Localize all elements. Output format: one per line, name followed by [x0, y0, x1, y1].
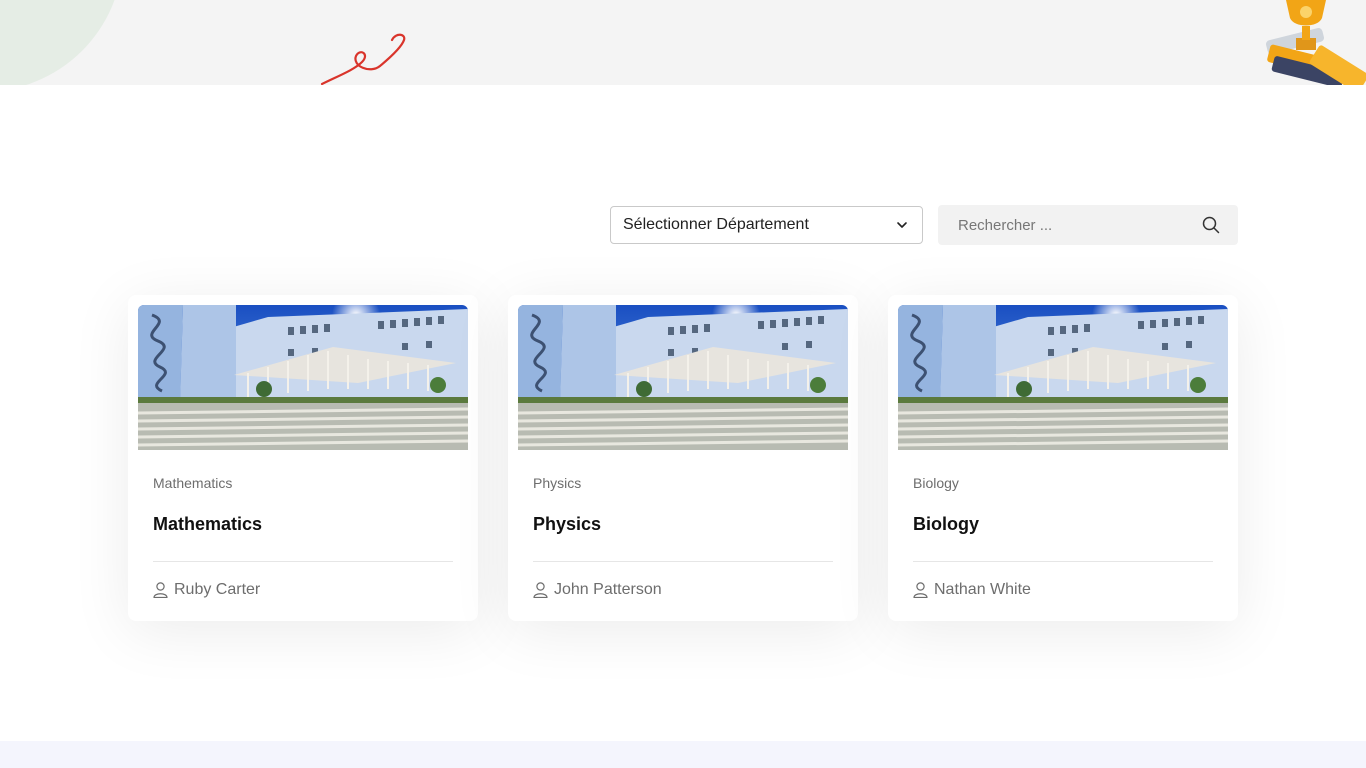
- department-select[interactable]: Sélectionner Département: [610, 206, 923, 244]
- card-divider: [153, 561, 453, 562]
- course-title[interactable]: Physics: [533, 514, 601, 535]
- search-input[interactable]: [938, 205, 1188, 245]
- course-card[interactable]: Biology Biology Nathan White: [888, 295, 1238, 621]
- trophy-illustration: [1266, 0, 1366, 85]
- top-banner: [0, 0, 1366, 85]
- course-title[interactable]: Mathematics: [153, 514, 262, 535]
- course-card[interactable]: Physics Physics John Patterson: [508, 295, 858, 621]
- instructor-name: Nathan White: [934, 581, 1031, 598]
- course-category[interactable]: Mathematics: [153, 475, 232, 491]
- card-divider: [533, 561, 833, 562]
- squiggle-decoration: [320, 33, 406, 85]
- campus-photo: [518, 305, 848, 450]
- course-title[interactable]: Biology: [913, 514, 979, 535]
- course-category[interactable]: Physics: [533, 475, 581, 491]
- chevron-down-icon: [897, 222, 907, 228]
- course-instructor: Ruby Carter: [153, 581, 260, 599]
- course-card[interactable]: Mathematics Mathematics Ruby Carter: [128, 295, 478, 621]
- user-icon: [533, 582, 548, 598]
- course-image[interactable]: [898, 305, 1228, 450]
- instructor-name: Ruby Carter: [174, 581, 261, 598]
- department-select-label: Sélectionner Département: [623, 216, 809, 233]
- course-image[interactable]: [518, 305, 848, 450]
- instructor-name: John Patterson: [554, 581, 662, 598]
- search-box: [938, 205, 1238, 245]
- course-image[interactable]: [138, 305, 468, 450]
- campus-photo: [898, 305, 1228, 450]
- leaf-decoration: [0, 0, 142, 85]
- card-divider: [913, 561, 1213, 562]
- footer-strip: [0, 741, 1366, 768]
- course-category[interactable]: Biology: [913, 475, 959, 491]
- user-icon: [153, 582, 168, 598]
- course-instructor: Nathan White: [913, 581, 1031, 599]
- campus-photo: [138, 305, 468, 450]
- user-icon: [913, 582, 928, 598]
- search-icon[interactable]: [1202, 216, 1220, 234]
- course-instructor: John Patterson: [533, 581, 662, 599]
